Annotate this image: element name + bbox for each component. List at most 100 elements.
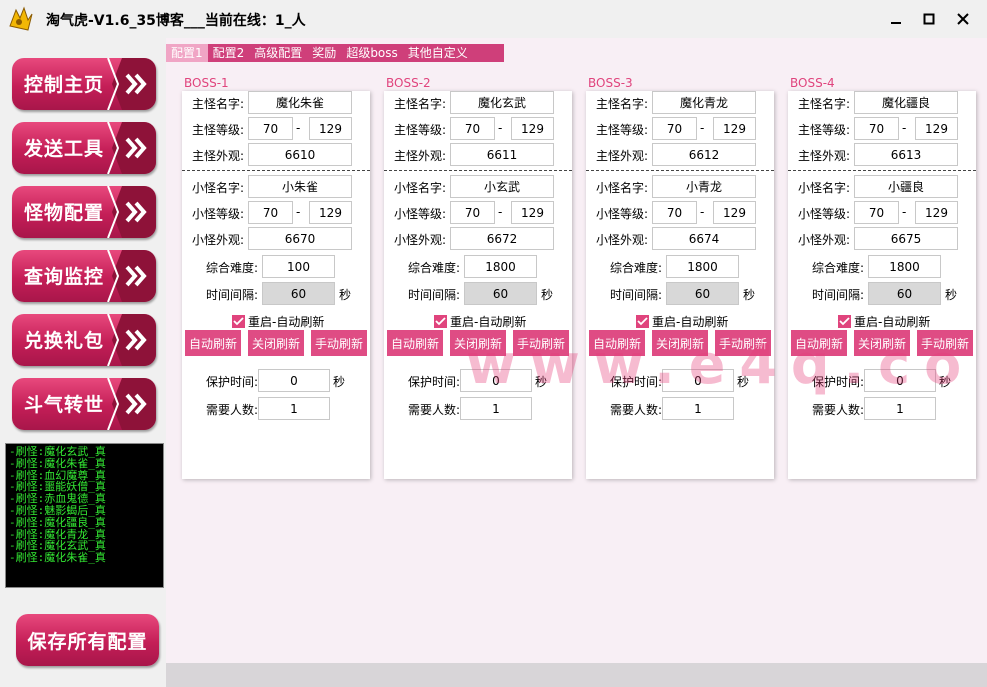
- maximize-icon[interactable]: [918, 8, 940, 30]
- sub-look-field[interactable]: 6674: [652, 227, 756, 250]
- nav-reincarnation-button[interactable]: 斗气转世: [12, 378, 156, 430]
- main-level-max-field[interactable]: 129: [309, 117, 352, 140]
- seconds-label: 秒: [535, 375, 548, 389]
- main-level-min-field[interactable]: 70: [854, 117, 899, 140]
- tab-advanced[interactable]: 高级配置: [249, 44, 307, 62]
- difficulty-row: 综合难度: 1800: [586, 255, 774, 279]
- sub-name-label: 小怪名字:: [798, 181, 851, 195]
- restart-auto-checkbox-row[interactable]: 重启-自动刷新: [232, 313, 324, 329]
- close-refresh-button[interactable]: 关闭刷新: [450, 330, 506, 356]
- protect-time-field[interactable]: 0: [258, 369, 330, 392]
- need-people-field[interactable]: 1: [258, 397, 330, 420]
- difficulty-field[interactable]: 1800: [464, 255, 537, 278]
- sub-name-row: 小怪名字: 小玄武: [384, 175, 572, 199]
- interval-row: 时间间隔: 60 秒: [788, 282, 976, 306]
- sub-look-field[interactable]: 6675: [854, 227, 958, 250]
- manual-refresh-button[interactable]: 手动刷新: [715, 330, 771, 356]
- sub-level-max-field[interactable]: 129: [713, 201, 756, 224]
- main-look-field[interactable]: 6613: [854, 143, 958, 166]
- difficulty-field[interactable]: 1800: [666, 255, 739, 278]
- sub-level-row: 小怪等级: 70-129: [586, 201, 774, 225]
- sub-level-min-field[interactable]: 70: [854, 201, 899, 224]
- main-name-field[interactable]: 魔化玄武: [450, 91, 554, 114]
- sub-look-field[interactable]: 6670: [248, 227, 352, 250]
- main-look-field[interactable]: 6611: [450, 143, 554, 166]
- auto-refresh-button[interactable]: 自动刷新: [589, 330, 645, 356]
- interval-field[interactable]: 60: [262, 282, 335, 305]
- main-level-max-field[interactable]: 129: [511, 117, 554, 140]
- main-level-max-field[interactable]: 129: [713, 117, 756, 140]
- protect-time-field[interactable]: 0: [662, 369, 734, 392]
- main-name-field[interactable]: 魔化朱雀: [248, 91, 352, 114]
- need-people-row: 需要人数: 1: [182, 397, 370, 421]
- main-level-max-field[interactable]: 129: [915, 117, 958, 140]
- difficulty-row: 综合难度: 100: [182, 255, 370, 279]
- restart-auto-checkbox-row[interactable]: 重启-自动刷新: [636, 313, 728, 329]
- difficulty-field[interactable]: 100: [262, 255, 335, 278]
- main-look-field[interactable]: 6610: [248, 143, 352, 166]
- manual-refresh-button[interactable]: 手动刷新: [513, 330, 569, 356]
- sub-name-field[interactable]: 小朱雀: [248, 175, 352, 198]
- main-level-min-field[interactable]: 70: [450, 117, 495, 140]
- restart-auto-checkbox-row[interactable]: 重启-自动刷新: [838, 313, 930, 329]
- save-all-config-button[interactable]: 保存所有配置: [16, 614, 159, 666]
- sub-name-label: 小怪名字:: [596, 181, 649, 195]
- sub-level-min-field[interactable]: 70: [248, 201, 293, 224]
- tab-config2[interactable]: 配置2: [208, 44, 250, 62]
- nav-monster-config-button[interactable]: 怪物配置: [12, 186, 156, 238]
- sub-level-row: 小怪等级: 70-129: [384, 201, 572, 225]
- interval-field[interactable]: 60: [868, 282, 941, 305]
- sub-level-max-field[interactable]: 129: [915, 201, 958, 224]
- manual-refresh-button[interactable]: 手动刷新: [311, 330, 367, 356]
- minimize-icon[interactable]: [885, 8, 907, 30]
- difficulty-field[interactable]: 1800: [868, 255, 941, 278]
- need-people-field[interactable]: 1: [460, 397, 532, 420]
- auto-refresh-button[interactable]: 自动刷新: [387, 330, 443, 356]
- difficulty-label: 综合难度:: [812, 261, 865, 275]
- need-people-field[interactable]: 1: [864, 397, 936, 420]
- nav-send-tools-button[interactable]: 发送工具: [12, 122, 156, 174]
- tab-super-boss[interactable]: 超级boss: [341, 44, 402, 62]
- main-name-field[interactable]: 魔化疆良: [854, 91, 958, 114]
- need-people-field[interactable]: 1: [662, 397, 734, 420]
- sub-name-field[interactable]: 小疆良: [854, 175, 958, 198]
- sub-look-label: 小怪外观:: [192, 233, 245, 247]
- tab-custom[interactable]: 其他自定义: [403, 44, 473, 62]
- restart-auto-checkbox[interactable]: [636, 315, 649, 328]
- restart-auto-checkbox[interactable]: [434, 315, 447, 328]
- nav-redeem-gift-button[interactable]: 兑换礼包: [12, 314, 156, 366]
- manual-refresh-button[interactable]: 手动刷新: [917, 330, 973, 356]
- close-icon[interactable]: [952, 8, 974, 30]
- difficulty-label: 综合难度:: [408, 261, 461, 275]
- sub-level-label: 小怪等级:: [596, 207, 649, 221]
- restart-auto-checkbox[interactable]: [838, 315, 851, 328]
- nav-control-home-button[interactable]: 控制主页: [12, 58, 156, 110]
- sub-look-field[interactable]: 6672: [450, 227, 554, 250]
- main-name-field[interactable]: 魔化青龙: [652, 91, 756, 114]
- auto-refresh-button[interactable]: 自动刷新: [185, 330, 241, 356]
- nav-label: 查询监控: [24, 266, 105, 288]
- sub-name-field[interactable]: 小玄武: [450, 175, 554, 198]
- close-refresh-button[interactable]: 关闭刷新: [248, 330, 304, 356]
- sub-level-max-field[interactable]: 129: [511, 201, 554, 224]
- auto-refresh-button[interactable]: 自动刷新: [791, 330, 847, 356]
- main-look-field[interactable]: 6612: [652, 143, 756, 166]
- tab-config1[interactable]: 配置1: [166, 44, 208, 62]
- restart-auto-checkbox[interactable]: [232, 315, 245, 328]
- tab-reward[interactable]: 奖励: [307, 44, 341, 62]
- restart-auto-checkbox-row[interactable]: 重启-自动刷新: [434, 313, 526, 329]
- sub-name-field[interactable]: 小青龙: [652, 175, 756, 198]
- protect-time-field[interactable]: 0: [460, 369, 532, 392]
- sub-level-min-field[interactable]: 70: [652, 201, 697, 224]
- interval-field[interactable]: 60: [666, 282, 739, 305]
- protect-time-field[interactable]: 0: [864, 369, 936, 392]
- close-refresh-button[interactable]: 关闭刷新: [652, 330, 708, 356]
- sub-level-min-field[interactable]: 70: [450, 201, 495, 224]
- sub-level-max-field[interactable]: 129: [309, 201, 352, 224]
- main-level-min-field[interactable]: 70: [652, 117, 697, 140]
- nav-query-monitor-button[interactable]: 查询监控: [12, 250, 156, 302]
- restart-auto-label: 重启-自动刷新: [652, 315, 729, 329]
- main-level-min-field[interactable]: 70: [248, 117, 293, 140]
- interval-field[interactable]: 60: [464, 282, 537, 305]
- close-refresh-button[interactable]: 关闭刷新: [854, 330, 910, 356]
